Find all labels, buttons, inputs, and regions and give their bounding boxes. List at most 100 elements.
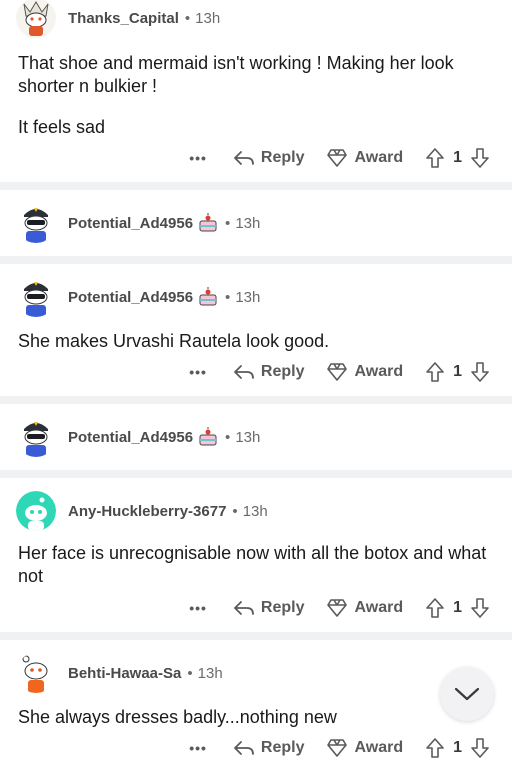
reply-icon <box>234 151 254 165</box>
cake-icon <box>197 286 219 308</box>
upvote-icon[interactable] <box>425 361 445 383</box>
award-label: Award <box>354 363 404 380</box>
reply-button[interactable]: Reply <box>233 149 305 167</box>
reply-button[interactable]: Reply <box>233 599 305 617</box>
username[interactable]: Any-Huckleberry-3677 <box>68 503 226 520</box>
award-icon <box>327 363 348 381</box>
reply-label: Reply <box>260 739 305 756</box>
comment: Any-Huckleberry-3677 • 13h Her face is u… <box>0 478 512 632</box>
comment-body: Her face is unrecognisable now with all … <box>18 542 488 588</box>
avatar[interactable] <box>16 653 56 693</box>
comment-paragraph: She makes Urvashi Rautela look good. <box>18 331 330 351</box>
comment-paragraph: Her face is unrecognisable now with all … <box>18 543 487 586</box>
reply-button[interactable]: Reply <box>233 739 305 757</box>
award-icon <box>327 599 348 617</box>
comment-header: Potential_Ad4956 • 13h <box>16 277 260 317</box>
separator-dot: • <box>225 428 231 446</box>
username[interactable]: Thanks_Capital <box>68 10 179 27</box>
separator-dot: • <box>225 214 231 232</box>
comment: Thanks_Capital • 13h That shoe and merma… <box>0 0 512 182</box>
more-options-button[interactable]: ••• <box>189 740 207 756</box>
timestamp: 13h <box>197 664 223 682</box>
scroll-down-button[interactable] <box>440 667 494 721</box>
comment: Behti-Hawaa-Sa • 13h She always dresses … <box>0 640 512 760</box>
timestamp: 13h <box>242 502 268 520</box>
comment-header: Potential_Ad4956 • 13h <box>16 203 260 243</box>
award-label: Award <box>354 149 404 166</box>
award-button[interactable]: Award <box>326 738 403 758</box>
comment-paragraph: That shoe and mermaid isn't working ! Ma… <box>18 53 454 96</box>
upvote-icon[interactable] <box>425 147 445 169</box>
comment: Potential_Ad4956 • 13h <box>0 190 512 256</box>
separator-dot: • <box>232 502 238 520</box>
downvote-icon[interactable] <box>470 737 490 759</box>
comment-divider <box>0 182 512 190</box>
comment-actions: ••• Reply Award 1 <box>189 146 490 170</box>
downvote-icon[interactable] <box>470 597 490 619</box>
award-label: Award <box>354 599 404 616</box>
comment-divider <box>0 470 512 478</box>
comment-body: She always dresses badly...nothing new <box>18 706 488 729</box>
reply-label: Reply <box>260 149 305 166</box>
username[interactable]: Behti-Hawaa-Sa <box>68 665 181 682</box>
separator-dot: • <box>187 664 193 682</box>
award-icon <box>327 739 348 757</box>
more-options-button[interactable]: ••• <box>189 364 207 380</box>
reply-label: Reply <box>260 363 305 380</box>
timestamp: 13h <box>235 288 261 306</box>
avatar[interactable] <box>16 417 56 457</box>
downvote-icon[interactable] <box>470 361 490 383</box>
award-icon <box>327 149 348 167</box>
comment-header: Any-Huckleberry-3677 • 13h <box>16 491 268 531</box>
username[interactable]: Potential_Ad4956 <box>68 289 193 306</box>
comment-divider <box>0 396 512 404</box>
downvote-icon[interactable] <box>470 147 490 169</box>
timestamp: 13h <box>235 214 261 232</box>
vote-control: 1 <box>425 147 490 169</box>
comment-header: Behti-Hawaa-Sa • 13h <box>16 653 223 693</box>
reply-icon <box>234 741 254 755</box>
timestamp: 13h <box>235 428 261 446</box>
separator-dot: • <box>184 9 191 27</box>
comment-actions: ••• Reply Award 1 <box>189 360 490 384</box>
reply-label: Reply <box>260 599 305 616</box>
vote-count: 1 <box>453 363 462 380</box>
more-options-button[interactable]: ••• <box>189 150 207 166</box>
award-label: Award <box>354 739 404 756</box>
avatar[interactable] <box>16 277 56 317</box>
comment-body: She makes Urvashi Rautela look good. <box>18 330 488 353</box>
vote-count: 1 <box>453 739 462 756</box>
comment-header: Potential_Ad4956 • 13h <box>16 417 260 457</box>
reply-button[interactable]: Reply <box>233 363 305 381</box>
award-button[interactable]: Award <box>326 362 403 382</box>
username[interactable]: Potential_Ad4956 <box>68 429 193 446</box>
comment-paragraph: She always dresses badly...nothing new <box>18 707 337 727</box>
avatar[interactable] <box>16 491 56 531</box>
comment-divider <box>0 256 512 264</box>
chevron-down-icon <box>454 687 480 701</box>
avatar[interactable] <box>16 0 56 38</box>
timestamp: 13h <box>195 9 221 27</box>
comment-header: Thanks_Capital • 13h <box>16 0 220 38</box>
comment: Potential_Ad4956 • 13h <box>0 404 512 470</box>
comment: Potential_Ad4956 • 13h She makes Urvashi… <box>0 264 512 396</box>
cake-icon <box>197 426 219 448</box>
comment-body: That shoe and mermaid isn't working ! Ma… <box>18 52 488 139</box>
cake-icon <box>197 212 219 234</box>
award-button[interactable]: Award <box>326 598 403 618</box>
comment-actions: ••• Reply Award 1 <box>189 736 490 760</box>
avatar[interactable] <box>16 203 56 243</box>
upvote-icon[interactable] <box>425 737 445 759</box>
upvote-icon[interactable] <box>425 597 445 619</box>
comment-divider <box>0 632 512 640</box>
comment-paragraph: It feels sad <box>18 117 106 137</box>
comment-actions: ••• Reply Award 1 <box>189 596 490 620</box>
separator-dot: • <box>225 288 231 306</box>
vote-control: 1 <box>425 597 490 619</box>
vote-control: 1 <box>425 737 490 759</box>
reply-icon <box>234 601 254 615</box>
more-options-button[interactable]: ••• <box>189 600 207 616</box>
vote-count: 1 <box>453 149 462 166</box>
username[interactable]: Potential_Ad4956 <box>68 215 193 232</box>
award-button[interactable]: Award <box>326 148 403 168</box>
